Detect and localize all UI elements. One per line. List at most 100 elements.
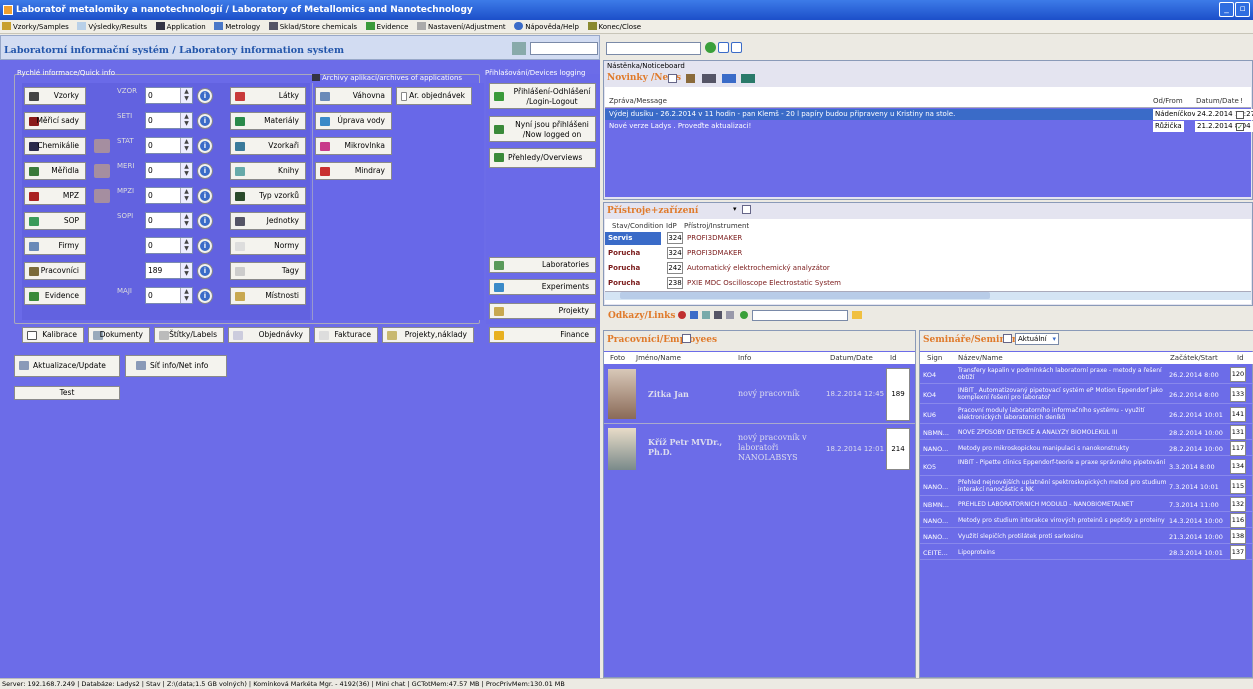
quick-value-input[interactable]: 0 ▲ ▼ bbox=[145, 137, 193, 154]
spinner-icon[interactable]: ▲ ▼ bbox=[180, 138, 192, 153]
folder-icon[interactable] bbox=[852, 311, 862, 319]
print-icon[interactable] bbox=[686, 74, 695, 83]
projekty-button[interactable]: Projekty bbox=[489, 303, 596, 319]
info-icon[interactable]: i bbox=[197, 138, 213, 154]
table-row[interactable]: Porucha 238 PXIE MDC Oscilloscope Electr… bbox=[605, 277, 1251, 290]
catalog-button-7[interactable]: Tagy bbox=[230, 262, 306, 280]
update-button[interactable]: Aktualizace/Update bbox=[14, 355, 120, 377]
info-icon[interactable]: i bbox=[197, 113, 213, 129]
menu-help[interactable]: Nápověda/Help bbox=[512, 20, 583, 34]
order-archive-button[interactable]: Ar. objednávek bbox=[396, 87, 472, 105]
spinner-icon[interactable]: ▲ ▼ bbox=[180, 213, 192, 228]
link-input[interactable] bbox=[752, 310, 848, 321]
link-icon-3[interactable] bbox=[702, 311, 710, 319]
search-input[interactable] bbox=[606, 42, 701, 55]
kalibrace-button[interactable]: Kalibrace bbox=[22, 327, 84, 343]
archive-button-2[interactable]: Mikrovlnka bbox=[315, 137, 392, 155]
archive-button-3[interactable]: Mindray bbox=[315, 162, 392, 180]
quick-value-input[interactable]: 0 ▲ ▼ bbox=[145, 87, 193, 104]
info-icon[interactable]: i bbox=[197, 163, 213, 179]
objednavky-button[interactable]: Objednávky bbox=[228, 327, 310, 343]
news-checkbox[interactable] bbox=[1236, 111, 1244, 119]
user-dropdown-icon[interactable] bbox=[702, 74, 716, 83]
catalog-button-3[interactable]: Knihy bbox=[230, 162, 306, 180]
catalog-button-6[interactable]: Normy bbox=[230, 237, 306, 255]
link-icon-1[interactable] bbox=[678, 311, 686, 319]
quick-button-2[interactable]: Chemikálie bbox=[24, 137, 86, 155]
window-icon[interactable] bbox=[718, 42, 729, 53]
link-icon-6[interactable] bbox=[740, 311, 748, 319]
refresh-icon[interactable] bbox=[668, 74, 677, 83]
catalog-button-0[interactable]: Látky bbox=[230, 87, 306, 105]
quick-value-input[interactable]: 189 ▲ ▼ bbox=[145, 262, 193, 279]
quick-value-input[interactable]: 0 ▲ ▼ bbox=[145, 287, 193, 304]
table-row[interactable]: Kříž Petr MVDr., Ph.D. nový pracovník v … bbox=[604, 425, 915, 473]
table-row[interactable]: KO4 INBIT_ Automatizovaný pipetovací sys… bbox=[920, 385, 1253, 404]
quick-button-0[interactable]: Vzorky bbox=[24, 87, 86, 105]
refresh-icon[interactable] bbox=[1003, 334, 1012, 343]
projekty-naklady-button[interactable]: Projekty,náklady bbox=[382, 327, 474, 343]
table-row[interactable]: NANO... Metody pro studium interakce vir… bbox=[920, 513, 1253, 528]
link-icon-4[interactable] bbox=[714, 311, 722, 319]
table-row[interactable]: Nové verze Ladys . Proveďte aktualizaci!… bbox=[605, 121, 1253, 132]
catalog-button-8[interactable]: Místnosti bbox=[230, 287, 306, 305]
menu-metrology[interactable]: Metrology bbox=[212, 20, 264, 34]
menu-results[interactable]: Výsledky/Results bbox=[75, 20, 151, 34]
table-row[interactable]: NANO... Využití slepičích protilátek pro… bbox=[920, 529, 1253, 544]
quick-button-5[interactable]: SOP bbox=[24, 212, 86, 230]
quick-button-7[interactable]: Pracovníci bbox=[24, 262, 86, 280]
catalog-button-4[interactable]: Typ vzorků bbox=[230, 187, 306, 205]
go-icon[interactable] bbox=[705, 42, 716, 53]
scrollbar-thumb[interactable] bbox=[620, 292, 990, 299]
filter-icon[interactable] bbox=[741, 74, 755, 83]
quick-value-input[interactable]: 0 ▲ ▼ bbox=[145, 162, 193, 179]
finance-button[interactable]: Finance bbox=[489, 327, 596, 343]
link-icon-2[interactable] bbox=[690, 311, 698, 319]
table-row[interactable]: Porucha 324 PROFI3DMAKER bbox=[605, 247, 1251, 260]
laboratories-button[interactable]: Laboratories bbox=[489, 257, 596, 273]
table-row[interactable]: KO4 Transfery kapalin v podmínkách labor… bbox=[920, 365, 1253, 384]
menu-application[interactable]: Application bbox=[154, 20, 210, 34]
table-row[interactable]: Výdej dusíku - 26.2.2014 v 11 hodin - pa… bbox=[605, 109, 1253, 120]
link-icon-5[interactable] bbox=[726, 311, 734, 319]
dokumenty-button[interactable]: Dokumenty bbox=[88, 327, 150, 343]
table-row[interactable]: NBMN... NOVÉ ZPŮSOBY DETEKCE A ANALÝZY B… bbox=[920, 425, 1253, 440]
menu-samples[interactable]: Vzorky/Samples bbox=[0, 20, 73, 34]
fakturace-button[interactable]: Fakturace bbox=[314, 327, 378, 343]
menu-close[interactable]: Konec/Close bbox=[586, 20, 646, 34]
archive-button-1[interactable]: Úprava vody bbox=[315, 112, 392, 130]
catalog-button-2[interactable]: Vzorkaři bbox=[230, 137, 306, 155]
menu-store[interactable]: Sklad/Store chemicals bbox=[267, 20, 361, 34]
quick-button-1[interactable]: Měřicí sady bbox=[24, 112, 86, 130]
catalog-button-5[interactable]: Jednotky bbox=[230, 212, 306, 230]
flask-icon[interactable] bbox=[512, 42, 526, 55]
spinner-icon[interactable]: ▲ ▼ bbox=[180, 113, 192, 128]
table-row[interactable]: CEITE... Lipoproteins 28.3.2014 10:01 13… bbox=[920, 545, 1253, 560]
quick-button-6[interactable]: Firmy bbox=[24, 237, 86, 255]
info-icon[interactable]: i bbox=[197, 188, 213, 204]
quick-button-8[interactable]: Evidence bbox=[24, 287, 86, 305]
login-logout-button[interactable]: Přihlášení-Odhlášení /Login-Logout bbox=[489, 83, 596, 109]
view-dropdown-icon[interactable] bbox=[722, 74, 736, 83]
menu-evidence[interactable]: Evidence bbox=[364, 20, 413, 34]
quick-value-input[interactable]: 0 ▲ ▼ bbox=[145, 187, 193, 204]
menu-adjustment[interactable]: Nastavení/Adjustment bbox=[415, 20, 510, 34]
catalog-button-1[interactable]: Materiály bbox=[230, 112, 306, 130]
table-row[interactable]: NANO... Přehled nejnovějších uplatnění s… bbox=[920, 477, 1253, 496]
refresh-icon[interactable] bbox=[742, 205, 751, 214]
quick-button-3[interactable]: Měřidla bbox=[24, 162, 86, 180]
labels-button[interactable]: Štítky/Labels bbox=[154, 327, 224, 343]
info-icon[interactable]: i bbox=[197, 238, 213, 254]
quick-button-4[interactable]: MPZ bbox=[24, 187, 86, 205]
logged-on-button[interactable]: Nyní jsou přihlášeni /Now logged on bbox=[489, 116, 596, 142]
info-icon[interactable]: i bbox=[197, 263, 213, 279]
table-row[interactable]: KO5 INBIT - Pipette clinics Eppendorf-te… bbox=[920, 457, 1253, 476]
chevron-down-icon[interactable]: ▾ bbox=[733, 205, 737, 213]
test-button[interactable]: Test bbox=[14, 386, 120, 400]
spinner-icon[interactable]: ▲ ▼ bbox=[180, 163, 192, 178]
split-icon[interactable] bbox=[731, 42, 742, 53]
table-row[interactable]: KU6 Pracovní moduly laboratorního inform… bbox=[920, 405, 1253, 424]
info-icon[interactable]: i bbox=[197, 213, 213, 229]
table-row[interactable]: Zitka Jan nový pracovník 18.2.2014 12:45… bbox=[604, 365, 915, 424]
quick-value-input[interactable]: 0 ▲ ▼ bbox=[145, 237, 193, 254]
